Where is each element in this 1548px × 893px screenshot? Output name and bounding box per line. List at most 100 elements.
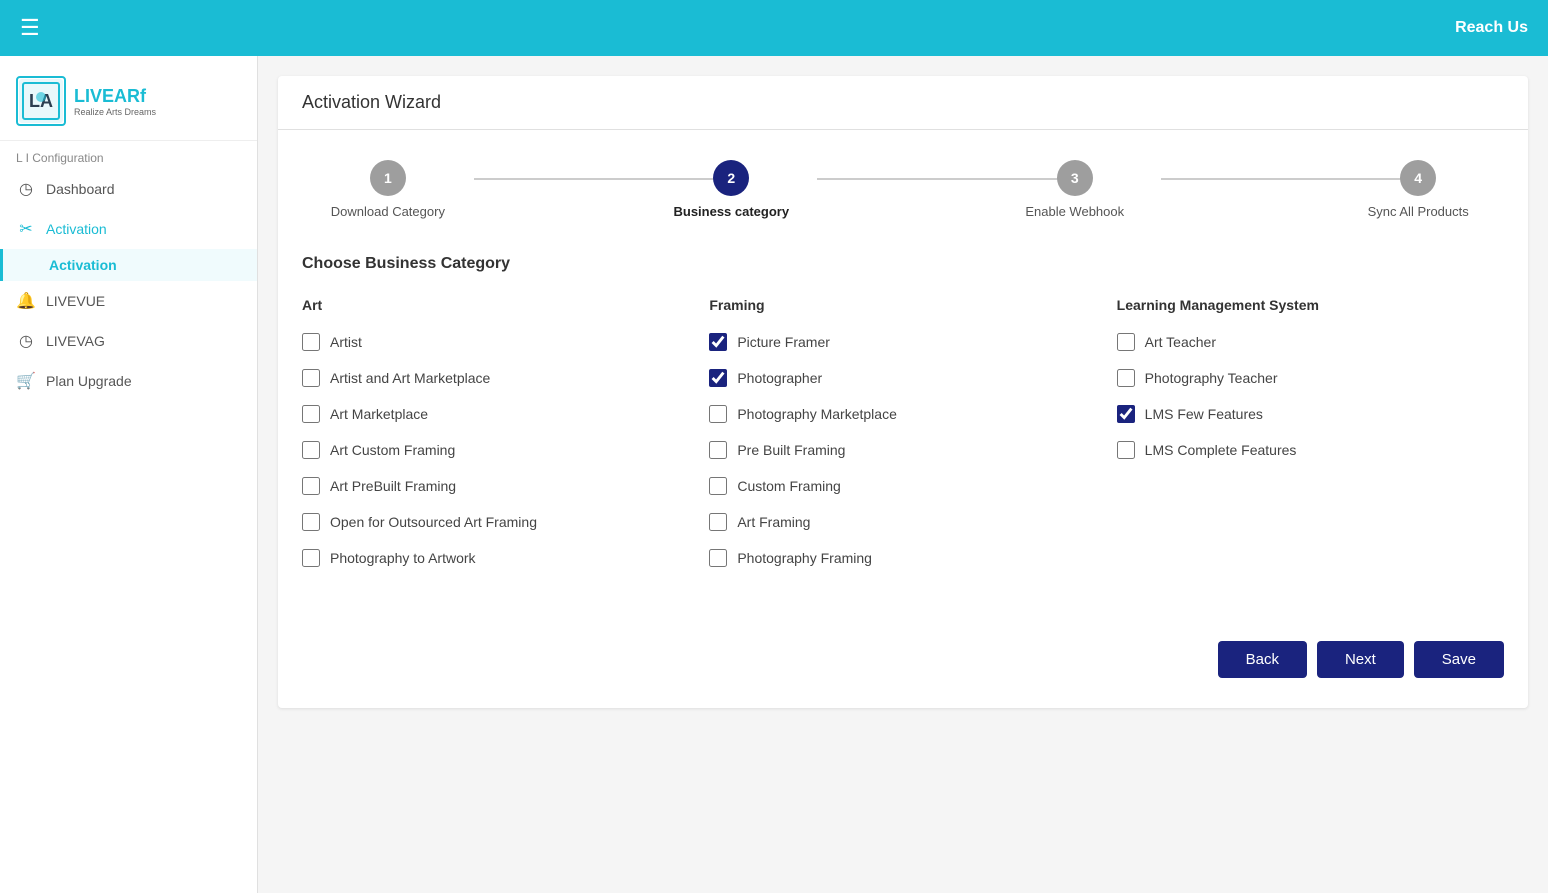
checkbox-art-framing[interactable]: Art Framing: [709, 513, 1096, 531]
sidebar-item-livevag-label: LIVEVAG: [46, 333, 105, 349]
logo-text: LIVEARf Realize Arts Dreams: [74, 86, 156, 117]
checkbox-custom-framing-input[interactable]: [709, 477, 727, 495]
checkbox-pre-built-framing[interactable]: Pre Built Framing: [709, 441, 1096, 459]
action-bar: Back Next Save: [302, 625, 1504, 678]
checkbox-lms-complete-features-input[interactable]: [1117, 441, 1135, 459]
art-column: Art Artist Artist and Art Marketplace Ar…: [302, 297, 689, 585]
layout: LA LIVEARf Realize Arts Dreams L I Confi…: [0, 56, 1548, 893]
checkbox-art-framing-label: Art Framing: [737, 514, 810, 530]
step-circle-3: 3: [1057, 160, 1093, 196]
checkbox-photography-marketplace[interactable]: Photography Marketplace: [709, 405, 1096, 423]
step-circle-2: 2: [713, 160, 749, 196]
checkbox-picture-framer-label: Picture Framer: [737, 334, 830, 350]
sidebar-item-dashboard[interactable]: ◷ Dashboard: [0, 169, 257, 209]
checkbox-photographer[interactable]: Photographer: [709, 369, 1096, 387]
checkbox-lms-complete-features-label: LMS Complete Features: [1145, 442, 1297, 458]
logo-image: LA: [16, 76, 66, 126]
checkbox-art-prebuilt-framing-label: Art PreBuilt Framing: [330, 478, 456, 494]
wizard-step-2: 2 Business category: [645, 160, 817, 219]
sidebar-item-activation[interactable]: ✂ Activation: [0, 209, 257, 249]
page-card-header: Activation Wizard: [278, 76, 1528, 130]
checkbox-photography-framing-label: Photography Framing: [737, 550, 872, 566]
step-label-4: Sync All Products: [1368, 204, 1469, 219]
livevag-icon: ◷: [16, 331, 36, 351]
reach-us-button[interactable]: Reach Us: [1455, 19, 1528, 37]
checkbox-photography-teacher[interactable]: Photography Teacher: [1117, 369, 1504, 387]
checkbox-artist-input[interactable]: [302, 333, 320, 351]
checkbox-artist-marketplace[interactable]: Artist and Art Marketplace: [302, 369, 689, 387]
step-label-2: Business category: [673, 204, 789, 219]
checkbox-pre-built-framing-input[interactable]: [709, 441, 727, 459]
checkbox-artist[interactable]: Artist: [302, 333, 689, 351]
section-title: Choose Business Category: [302, 255, 1504, 273]
checkbox-lms-few-features-label: LMS Few Features: [1145, 406, 1263, 422]
logo-tagline: Realize Arts Dreams: [74, 107, 156, 117]
checkbox-lms-complete-features[interactable]: LMS Complete Features: [1117, 441, 1504, 459]
checkbox-art-teacher-input[interactable]: [1117, 333, 1135, 351]
page-card: Activation Wizard 1 Download Category 2 …: [278, 76, 1528, 708]
wizard-steps: 1 Download Category 2 Business category …: [302, 160, 1504, 219]
hamburger-icon[interactable]: ☰: [20, 15, 40, 41]
sidebar-config-label: L I Configuration: [0, 141, 257, 169]
next-button[interactable]: Next: [1317, 641, 1404, 678]
checkbox-custom-framing[interactable]: Custom Framing: [709, 477, 1096, 495]
sidebar: LA LIVEARf Realize Arts Dreams L I Confi…: [0, 56, 258, 893]
checkbox-art-custom-framing-label: Art Custom Framing: [330, 442, 455, 458]
wizard-step-1: 1 Download Category: [302, 160, 474, 219]
checkbox-photography-framing-input[interactable]: [709, 549, 727, 567]
checkbox-artist-marketplace-label: Artist and Art Marketplace: [330, 370, 490, 386]
checkbox-photography-framing[interactable]: Photography Framing: [709, 549, 1096, 567]
sidebar-item-dashboard-label: Dashboard: [46, 181, 115, 197]
framing-column-title: Framing: [709, 297, 1096, 317]
checkbox-custom-framing-label: Custom Framing: [737, 478, 840, 494]
checkbox-art-prebuilt-framing[interactable]: Art PreBuilt Framing: [302, 477, 689, 495]
checkbox-photography-teacher-input[interactable]: [1117, 369, 1135, 387]
wizard-step-3: 3 Enable Webhook: [989, 160, 1161, 219]
page-card-body: 1 Download Category 2 Business category …: [278, 130, 1528, 708]
checkbox-photography-marketplace-input[interactable]: [709, 405, 727, 423]
checkbox-photography-teacher-label: Photography Teacher: [1145, 370, 1278, 386]
sidebar-subitem-activation[interactable]: Activation: [0, 249, 257, 281]
checkbox-photography-artwork-label: Photography to Artwork: [330, 550, 476, 566]
art-column-title: Art: [302, 297, 689, 317]
checkbox-lms-few-features[interactable]: LMS Few Features: [1117, 405, 1504, 423]
step-circle-4: 4: [1400, 160, 1436, 196]
checkbox-outsourced-art-framing-label: Open for Outsourced Art Framing: [330, 514, 537, 530]
lms-column-title: Learning Management System: [1117, 297, 1504, 317]
checkbox-art-teacher-label: Art Teacher: [1145, 334, 1216, 350]
page-title: Activation Wizard: [302, 92, 1504, 113]
checkbox-photography-marketplace-label: Photography Marketplace: [737, 406, 897, 422]
checkbox-photography-artwork-input[interactable]: [302, 549, 320, 567]
checkbox-art-prebuilt-framing-input[interactable]: [302, 477, 320, 495]
categories-grid: Art Artist Artist and Art Marketplace Ar…: [302, 297, 1504, 585]
checkbox-art-teacher[interactable]: Art Teacher: [1117, 333, 1504, 351]
checkbox-art-marketplace[interactable]: Art Marketplace: [302, 405, 689, 423]
checkbox-art-marketplace-input[interactable]: [302, 405, 320, 423]
checkbox-artist-label: Artist: [330, 334, 362, 350]
checkbox-lms-few-features-input[interactable]: [1117, 405, 1135, 423]
checkbox-art-custom-framing-input[interactable]: [302, 441, 320, 459]
sidebar-item-plan-upgrade[interactable]: 🛒 Plan Upgrade: [0, 361, 257, 401]
checkbox-art-framing-input[interactable]: [709, 513, 727, 531]
checkbox-art-custom-framing[interactable]: Art Custom Framing: [302, 441, 689, 459]
logo-name: LIVEARf: [74, 86, 156, 107]
sidebar-item-activation-label: Activation: [46, 221, 107, 237]
checkbox-photographer-label: Photographer: [737, 370, 822, 386]
checkbox-outsourced-art-framing-input[interactable]: [302, 513, 320, 531]
checkbox-artist-marketplace-input[interactable]: [302, 369, 320, 387]
checkbox-picture-framer[interactable]: Picture Framer: [709, 333, 1096, 351]
back-button[interactable]: Back: [1218, 641, 1307, 678]
sidebar-item-livevue[interactable]: 🔔 LIVEVUE: [0, 281, 257, 321]
checkbox-outsourced-art-framing[interactable]: Open for Outsourced Art Framing: [302, 513, 689, 531]
save-button[interactable]: Save: [1414, 641, 1504, 678]
framing-column: Framing Picture Framer Photographer Phot…: [709, 297, 1096, 585]
topbar: ☰ Reach Us: [0, 0, 1548, 56]
main-content: Activation Wizard 1 Download Category 2 …: [258, 56, 1548, 893]
step-label-3: Enable Webhook: [1025, 204, 1124, 219]
checkbox-picture-framer-input[interactable]: [709, 333, 727, 351]
dashboard-icon: ◷: [16, 179, 36, 199]
step-label-1: Download Category: [331, 204, 445, 219]
checkbox-photography-artwork[interactable]: Photography to Artwork: [302, 549, 689, 567]
sidebar-item-livevag[interactable]: ◷ LIVEVAG: [0, 321, 257, 361]
checkbox-photographer-input[interactable]: [709, 369, 727, 387]
